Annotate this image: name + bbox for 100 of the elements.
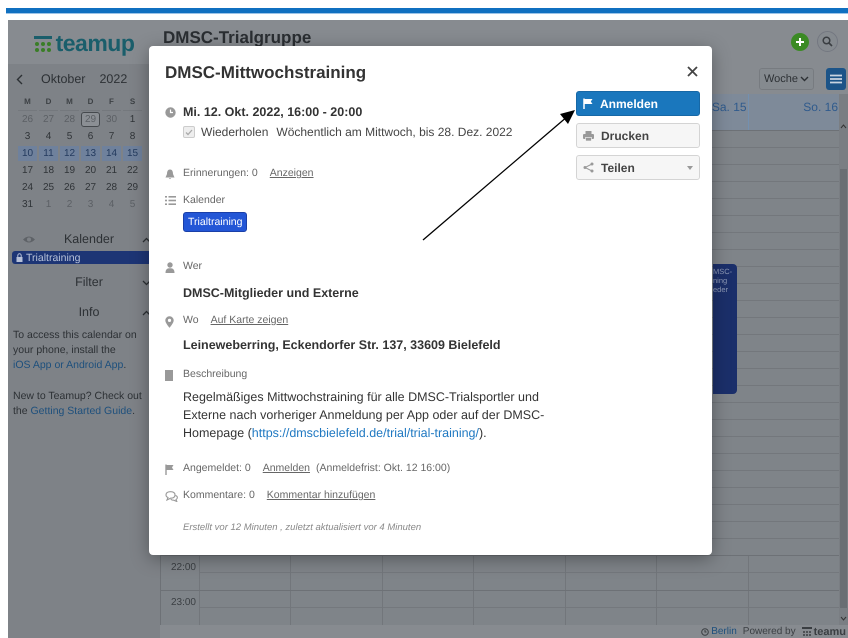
calendar-day[interactable]: 29 [123, 180, 142, 195]
time-slot[interactable] [199, 591, 290, 625]
description-text: Regelmäßiges Mittwochstraining für alle DMSC-Trialsportler und Externe nach vorheriger Anmeldung per App oder auf der DMSC-Homepage (https://dmscbielefeld.de/trial/trial-training/). [183, 389, 546, 442]
year-label[interactable]: 2022 [99, 72, 128, 86]
calendar-day[interactable]: 6 [81, 129, 100, 144]
add-button[interactable] [791, 33, 809, 51]
time-slot[interactable] [564, 591, 656, 625]
calendar-day[interactable]: 17 [18, 163, 37, 178]
comments-icon [165, 491, 178, 502]
homepage-link[interactable]: https://dmscbielefeld.de/trial/trial-training/ [252, 426, 479, 440]
calendar-day[interactable]: 21 [102, 163, 121, 178]
time-slot[interactable] [473, 591, 565, 625]
time-slot[interactable] [473, 556, 565, 590]
section-title[interactable]: Filter [36, 275, 142, 289]
signup-link[interactable]: Anmelden [262, 462, 310, 474]
calendar-day[interactable]: 11 [39, 146, 58, 161]
document-icon [165, 370, 173, 381]
repeat-label: Wiederholen [201, 125, 268, 139]
show-map-link[interactable]: Auf Karte zeigen [210, 314, 288, 326]
calendar-day[interactable]: 22 [123, 163, 142, 178]
logo-dots-icon [34, 36, 52, 52]
calendar-day[interactable]: 7 [102, 129, 121, 144]
who-value: DMSC-Mitglieder und Externe [183, 286, 360, 300]
address: Leineweberring, Eckendorfer Str. 137, 33609 Bielefeld [183, 338, 502, 352]
close-button[interactable] [685, 64, 700, 79]
calendar-day[interactable]: 14 [102, 146, 121, 161]
section-title[interactable]: Kalender [36, 232, 142, 246]
dialog-title: DMSC-Mittwochstraining [165, 63, 366, 83]
calendar-day[interactable]: 12 [60, 146, 79, 161]
scrollbar[interactable] [839, 94, 848, 625]
calendar-label: Kalender [183, 194, 226, 206]
weekday-label: D [39, 94, 58, 111]
calendar-day[interactable]: 15 [123, 146, 142, 161]
scroll-up-icon[interactable] [840, 124, 847, 129]
calendar-day[interactable]: 24 [18, 180, 37, 195]
calendar-day[interactable]: 4 [39, 129, 58, 144]
menu-button[interactable] [826, 68, 846, 90]
calendar-day[interactable]: 1 [123, 112, 142, 127]
action-button[interactable]: Teilen [576, 155, 700, 180]
comments-count: Kommentare: 0 [183, 489, 255, 501]
calendar-day[interactable]: 25 [39, 180, 58, 195]
calendar-day[interactable]: 20 [81, 163, 100, 178]
section-title[interactable]: Info [36, 305, 142, 319]
show-reminders-link[interactable]: Anzeigen [270, 167, 314, 179]
scroll-down-icon[interactable] [840, 616, 847, 621]
time-slot[interactable] [199, 556, 290, 590]
chevron-left-icon [16, 74, 23, 84]
time-slot[interactable] [564, 556, 656, 590]
signup-count: Angemeldet: 0 [183, 462, 251, 474]
calendar-day[interactable]: 26 [60, 180, 79, 195]
calendar-day[interactable]: 3 [18, 129, 37, 144]
hour-label: 22:00 [170, 561, 197, 575]
calendar-day[interactable]: 31 [18, 197, 37, 212]
link[interactable]: iOS App or Android App [13, 359, 124, 371]
reminders-label: Erinnerungen: 0 [183, 167, 258, 179]
weekday-label: D [81, 94, 100, 111]
lock-icon [16, 253, 23, 262]
repeat-checkbox[interactable] [183, 126, 195, 138]
search-button[interactable] [817, 31, 838, 52]
time-slot[interactable] [382, 556, 474, 590]
weekday-label: F [102, 94, 121, 111]
time-slot[interactable] [290, 556, 382, 590]
flag-icon [583, 98, 593, 109]
calendar-tag: Trialtraining [183, 212, 248, 232]
logo-text[interactable]: teamup [56, 30, 134, 57]
share-icon [583, 162, 594, 173]
weekday-label: M [60, 94, 79, 111]
caret-up-icon [142, 237, 151, 243]
time-slot[interactable] [656, 591, 748, 625]
calendar-day[interactable]: 5 [60, 129, 79, 144]
caret-down-icon [142, 280, 151, 286]
calendar-day[interactable]: 18 [39, 163, 58, 178]
add-comment-link[interactable]: Kommentar hinzufügen [266, 489, 376, 501]
calendar-day[interactable]: 28 [102, 180, 121, 195]
time-slot[interactable] [382, 591, 474, 625]
flag-icon [165, 464, 174, 475]
time-slot[interactable] [290, 591, 382, 625]
calendar-title: DMSC-Trialgruppe [163, 28, 312, 48]
calendar-day[interactable]: 13 [81, 146, 100, 161]
calendar-day[interactable]: 8 [123, 129, 142, 144]
calendar-day[interactable]: 19 [60, 163, 79, 178]
footer-logo-text[interactable]: teamu [814, 626, 846, 638]
weekday-label: S [123, 94, 142, 111]
timezone-link[interactable]: Berlin [701, 626, 737, 637]
action-button[interactable]: Drucken [576, 123, 700, 148]
weekday-label: M [18, 94, 37, 111]
month-label[interactable]: Oktober [41, 72, 86, 86]
powered-by-text: Powered by [742, 626, 796, 637]
calendar-day[interactable]: 27 [81, 180, 100, 195]
clock-icon [165, 107, 176, 118]
action-button[interactable]: Anmelden [576, 91, 700, 116]
caret-icon [687, 166, 693, 170]
map-pin-icon [165, 316, 174, 328]
menu-icon [830, 74, 842, 84]
calendar-day[interactable]: 10 [18, 146, 37, 161]
link[interactable]: Getting Started Guide [30, 405, 132, 417]
clock-icon [701, 628, 710, 636]
bell-icon [165, 169, 175, 180]
view-dropdown[interactable]: Woche [758, 68, 814, 90]
time-slot[interactable] [656, 556, 748, 590]
